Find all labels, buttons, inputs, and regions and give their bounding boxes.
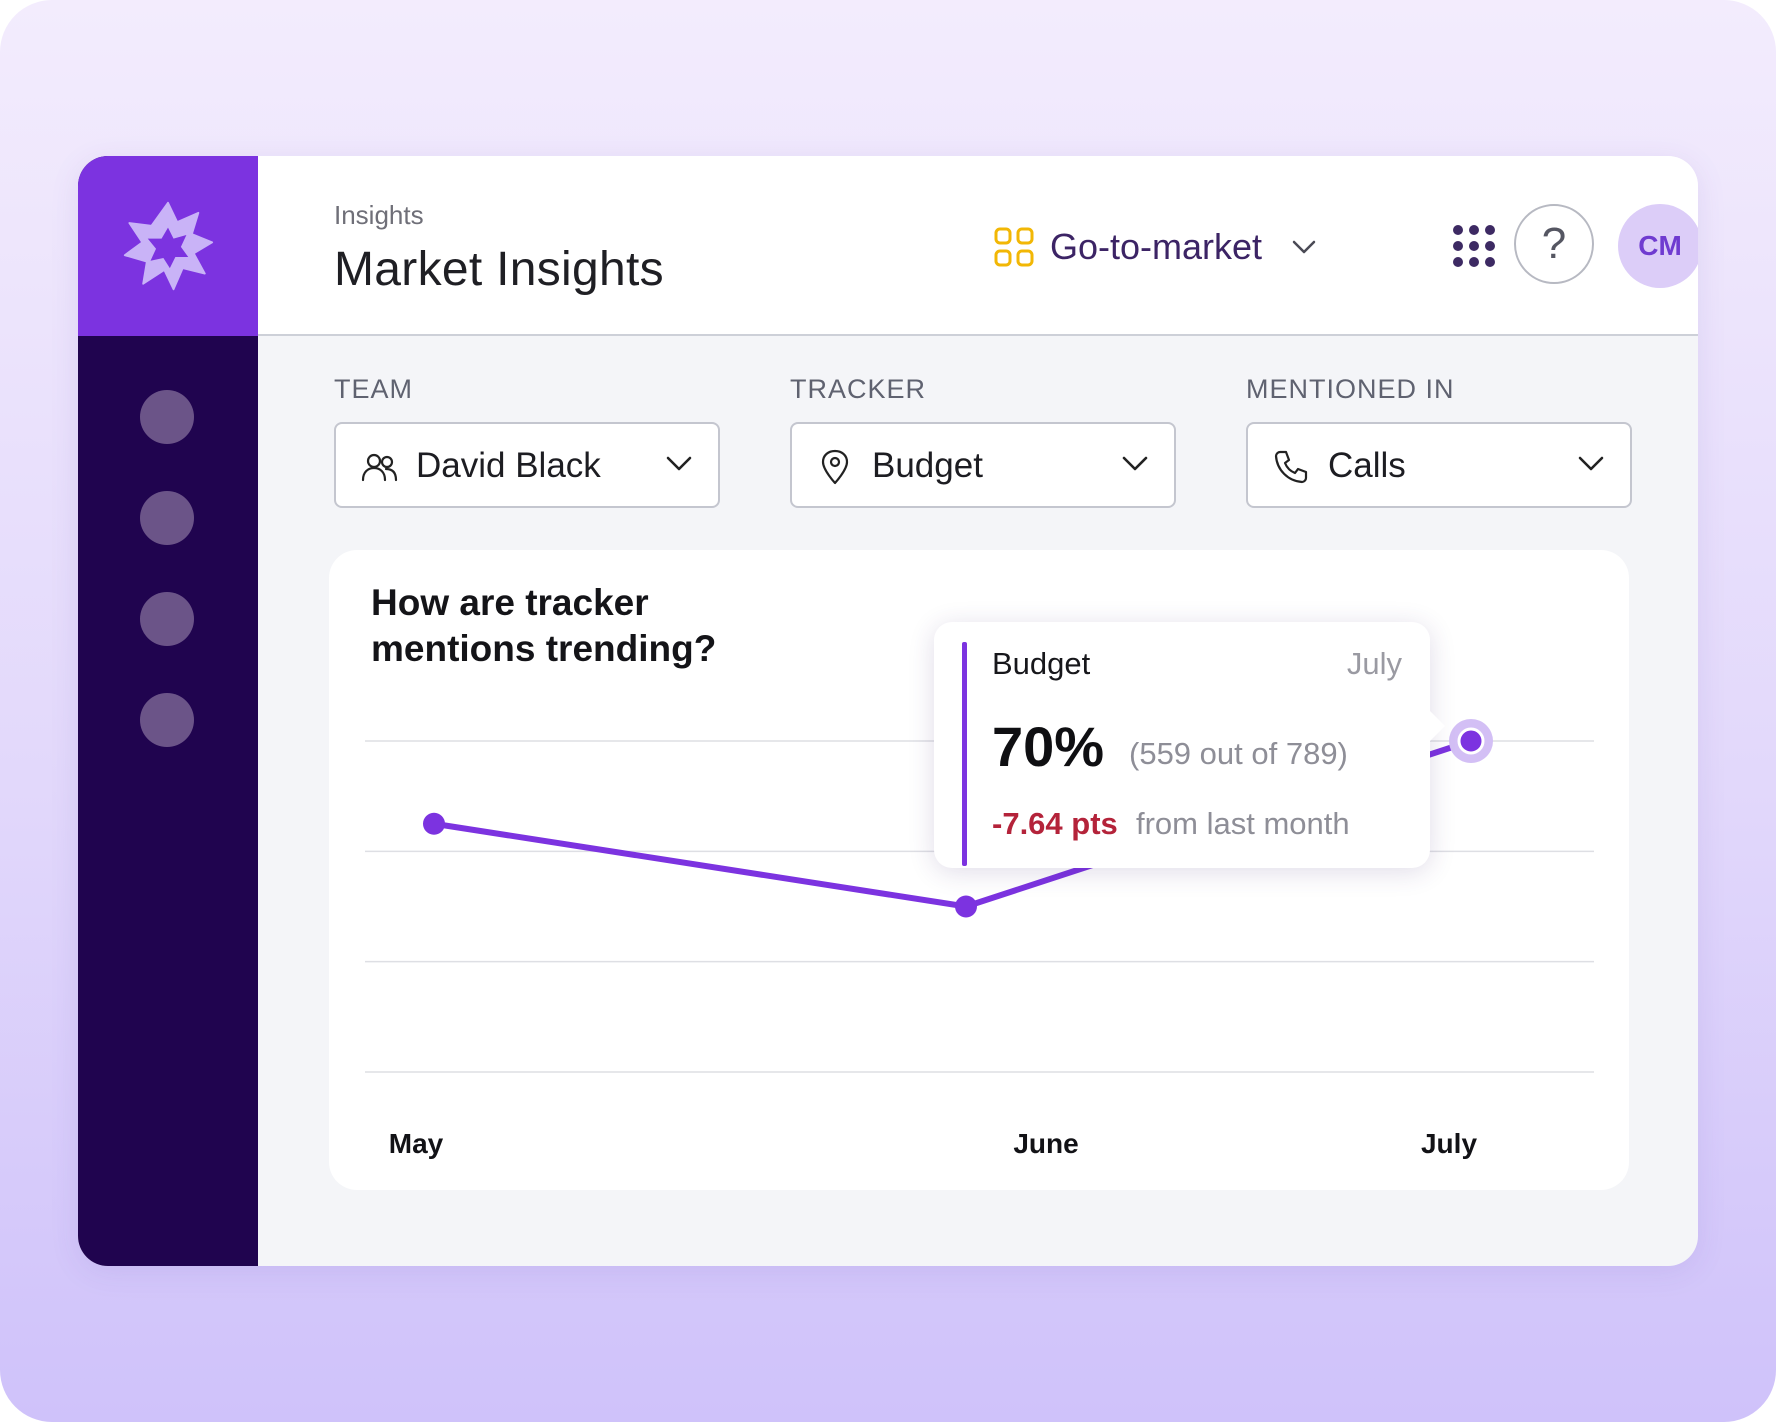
x-tick-label-july: July [1420, 1128, 1478, 1159]
page-background: Insights Market Insights Go-to-market ? … [0, 0, 1776, 1422]
sidebar-nav-item-4[interactable] [140, 693, 194, 747]
team-filter-value: David Black [416, 446, 601, 485]
tooltip-series-color-bar [962, 642, 967, 866]
tooltip-series-name: Budget [992, 646, 1091, 681]
chevron-down-icon [1292, 240, 1316, 254]
workspace-label: Go-to-market [1050, 226, 1263, 267]
page-title: Market Insights [334, 243, 664, 296]
sidebar-nav-item-1[interactable] [140, 390, 194, 444]
team-filter-select[interactable]: David Black [334, 422, 720, 508]
tracker-filter-label: TRACKER [790, 374, 927, 404]
x-tick-label-june: June [1013, 1128, 1079, 1159]
data-point-june[interactable] [955, 895, 977, 918]
chart-tooltip: Budget July 70% (559 out of 789) -7.64 p… [934, 622, 1445, 868]
logo[interactable] [78, 156, 258, 336]
starburst-logo-icon [123, 201, 214, 291]
map-pin-icon [821, 449, 849, 485]
apps-launcher-button[interactable] [1452, 224, 1496, 268]
tooltip-delta-text: from last month [1136, 806, 1350, 841]
phone-icon [1274, 450, 1308, 484]
chevron-down-icon [666, 456, 692, 471]
avatar[interactable]: CM [1618, 204, 1698, 288]
users-icon [361, 453, 398, 482]
header: Insights Market Insights Go-to-market ? … [258, 156, 1698, 336]
breadcrumb[interactable]: Insights [334, 200, 424, 231]
data-point-july[interactable] [1457, 727, 1485, 755]
help-icon: ? [1541, 219, 1567, 268]
mentioned-in-filter-value: Calls [1328, 446, 1406, 485]
chart-card: How are tracker mentions trending? May Ju… [329, 550, 1629, 1190]
sidebar [78, 156, 258, 1266]
app-window: Insights Market Insights Go-to-market ? … [78, 156, 1698, 1266]
tooltip-count: (559 out of 789) [1129, 736, 1348, 771]
chevron-down-icon [1578, 456, 1604, 471]
mentioned-in-filter-select[interactable]: Calls [1246, 422, 1632, 508]
apps-grid-icon [1453, 225, 1495, 267]
workspace-grid-icon [994, 227, 1034, 267]
tracker-filter-value: Budget [872, 446, 983, 485]
sidebar-nav-item-2[interactable] [140, 491, 194, 545]
tooltip-percent: 70% [992, 715, 1105, 778]
data-point-may[interactable] [423, 812, 445, 835]
team-filter-label: TEAM [334, 374, 414, 404]
tooltip-month: July [1346, 646, 1402, 681]
chevron-down-icon [1122, 456, 1148, 471]
sidebar-nav-item-3[interactable] [140, 592, 194, 646]
workspace-selector[interactable]: Go-to-market [994, 222, 1316, 272]
mentioned-in-filter-label: MENTIONED IN [1246, 374, 1455, 404]
help-button[interactable]: ? [1514, 204, 1594, 284]
tracker-filter-select[interactable]: Budget [790, 422, 1176, 508]
tooltip-delta: -7.64 pts [992, 806, 1118, 841]
x-tick-label-may: May [388, 1128, 444, 1159]
